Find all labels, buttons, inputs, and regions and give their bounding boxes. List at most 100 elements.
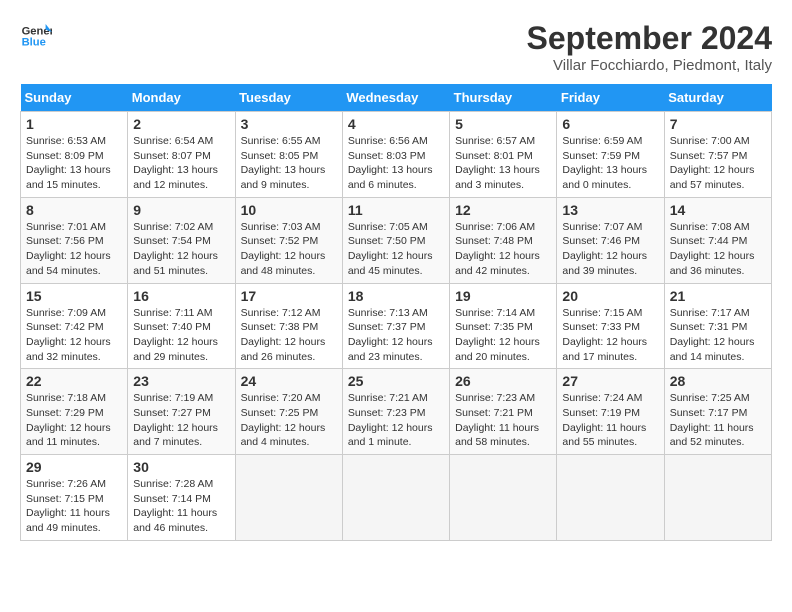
- daylight-label: Daylight: 12 hours and 23 minutes.: [348, 336, 433, 363]
- logo: General Blue: [20, 20, 56, 52]
- sunrise-label: Sunrise: 7:05 AM: [348, 221, 428, 233]
- sunrise-label: Sunrise: 7:15 AM: [562, 307, 642, 319]
- day-cell: 28 Sunrise: 7:25 AM Sunset: 7:17 PM Dayl…: [664, 369, 771, 455]
- day-info: Sunrise: 7:03 AM Sunset: 7:52 PM Dayligh…: [241, 220, 337, 279]
- day-info: Sunrise: 7:20 AM Sunset: 7:25 PM Dayligh…: [241, 391, 337, 450]
- calendar-table: Sunday Monday Tuesday Wednesday Thursday…: [20, 84, 772, 541]
- sunrise-label: Sunrise: 7:23 AM: [455, 392, 535, 404]
- day-cell: 20 Sunrise: 7:15 AM Sunset: 7:33 PM Dayl…: [557, 283, 664, 369]
- sunrise-label: Sunrise: 6:59 AM: [562, 135, 642, 147]
- daylight-label: Daylight: 13 hours and 12 minutes.: [133, 164, 218, 191]
- day-cell: 22 Sunrise: 7:18 AM Sunset: 7:29 PM Dayl…: [21, 369, 128, 455]
- day-number: 26: [455, 373, 551, 389]
- sunrise-label: Sunrise: 7:00 AM: [670, 135, 750, 147]
- sunrise-label: Sunrise: 7:09 AM: [26, 307, 106, 319]
- day-info: Sunrise: 6:56 AM Sunset: 8:03 PM Dayligh…: [348, 134, 444, 193]
- daylight-label: Daylight: 11 hours and 49 minutes.: [26, 507, 110, 534]
- daylight-label: Daylight: 12 hours and 17 minutes.: [562, 336, 647, 363]
- header-wednesday: Wednesday: [342, 84, 449, 112]
- day-number: 24: [241, 373, 337, 389]
- day-number: 29: [26, 459, 122, 475]
- day-info: Sunrise: 7:11 AM Sunset: 7:40 PM Dayligh…: [133, 306, 229, 365]
- day-cell: 8 Sunrise: 7:01 AM Sunset: 7:56 PM Dayli…: [21, 197, 128, 283]
- day-info: Sunrise: 7:09 AM Sunset: 7:42 PM Dayligh…: [26, 306, 122, 365]
- sunset-label: Sunset: 8:05 PM: [241, 150, 319, 162]
- daylight-label: Daylight: 12 hours and 26 minutes.: [241, 336, 326, 363]
- daylight-label: Daylight: 12 hours and 48 minutes.: [241, 250, 326, 277]
- sunset-label: Sunset: 7:21 PM: [455, 407, 533, 419]
- sunrise-label: Sunrise: 7:03 AM: [241, 221, 321, 233]
- day-info: Sunrise: 7:23 AM Sunset: 7:21 PM Dayligh…: [455, 391, 551, 450]
- calendar-week-row: 15 Sunrise: 7:09 AM Sunset: 7:42 PM Dayl…: [21, 283, 772, 369]
- day-number: 28: [670, 373, 766, 389]
- day-number: 3: [241, 116, 337, 132]
- day-info: Sunrise: 7:07 AM Sunset: 7:46 PM Dayligh…: [562, 220, 658, 279]
- day-cell: 21 Sunrise: 7:17 AM Sunset: 7:31 PM Dayl…: [664, 283, 771, 369]
- sunset-label: Sunset: 8:07 PM: [133, 150, 211, 162]
- sunset-label: Sunset: 8:01 PM: [455, 150, 533, 162]
- sunset-label: Sunset: 7:40 PM: [133, 321, 211, 333]
- day-info: Sunrise: 7:17 AM Sunset: 7:31 PM Dayligh…: [670, 306, 766, 365]
- daylight-label: Daylight: 12 hours and 51 minutes.: [133, 250, 218, 277]
- day-info: Sunrise: 6:59 AM Sunset: 7:59 PM Dayligh…: [562, 134, 658, 193]
- header-monday: Monday: [128, 84, 235, 112]
- day-cell: 1 Sunrise: 6:53 AM Sunset: 8:09 PM Dayli…: [21, 112, 128, 198]
- sunset-label: Sunset: 7:44 PM: [670, 235, 748, 247]
- daylight-label: Daylight: 13 hours and 6 minutes.: [348, 164, 433, 191]
- sunset-label: Sunset: 7:31 PM: [670, 321, 748, 333]
- daylight-label: Daylight: 12 hours and 1 minute.: [348, 422, 433, 449]
- day-info: Sunrise: 7:18 AM Sunset: 7:29 PM Dayligh…: [26, 391, 122, 450]
- empty-day-cell: [235, 455, 342, 541]
- day-info: Sunrise: 7:24 AM Sunset: 7:19 PM Dayligh…: [562, 391, 658, 450]
- svg-text:Blue: Blue: [22, 37, 46, 49]
- day-info: Sunrise: 7:05 AM Sunset: 7:50 PM Dayligh…: [348, 220, 444, 279]
- empty-day-cell: [342, 455, 449, 541]
- sunset-label: Sunset: 7:52 PM: [241, 235, 319, 247]
- day-number: 12: [455, 202, 551, 218]
- day-cell: 14 Sunrise: 7:08 AM Sunset: 7:44 PM Dayl…: [664, 197, 771, 283]
- daylight-label: Daylight: 13 hours and 0 minutes.: [562, 164, 647, 191]
- calendar-week-row: 22 Sunrise: 7:18 AM Sunset: 7:29 PM Dayl…: [21, 369, 772, 455]
- sunrise-label: Sunrise: 7:13 AM: [348, 307, 428, 319]
- sunrise-label: Sunrise: 6:54 AM: [133, 135, 213, 147]
- sunset-label: Sunset: 7:37 PM: [348, 321, 426, 333]
- day-cell: 17 Sunrise: 7:12 AM Sunset: 7:38 PM Dayl…: [235, 283, 342, 369]
- day-info: Sunrise: 7:28 AM Sunset: 7:14 PM Dayligh…: [133, 477, 229, 536]
- month-title: September 2024: [527, 20, 772, 57]
- day-cell: 7 Sunrise: 7:00 AM Sunset: 7:57 PM Dayli…: [664, 112, 771, 198]
- day-number: 18: [348, 288, 444, 304]
- sunrise-label: Sunrise: 6:55 AM: [241, 135, 321, 147]
- day-cell: 23 Sunrise: 7:19 AM Sunset: 7:27 PM Dayl…: [128, 369, 235, 455]
- sunset-label: Sunset: 7:35 PM: [455, 321, 533, 333]
- daylight-label: Daylight: 12 hours and 20 minutes.: [455, 336, 540, 363]
- day-cell: 27 Sunrise: 7:24 AM Sunset: 7:19 PM Dayl…: [557, 369, 664, 455]
- day-number: 21: [670, 288, 766, 304]
- sunrise-label: Sunrise: 7:20 AM: [241, 392, 321, 404]
- sunset-label: Sunset: 8:03 PM: [348, 150, 426, 162]
- sunrise-label: Sunrise: 7:28 AM: [133, 478, 213, 490]
- sunrise-label: Sunrise: 7:25 AM: [670, 392, 750, 404]
- day-info: Sunrise: 7:26 AM Sunset: 7:15 PM Dayligh…: [26, 477, 122, 536]
- daylight-label: Daylight: 11 hours and 58 minutes.: [455, 422, 539, 449]
- sunset-label: Sunset: 7:23 PM: [348, 407, 426, 419]
- day-number: 19: [455, 288, 551, 304]
- day-cell: 4 Sunrise: 6:56 AM Sunset: 8:03 PM Dayli…: [342, 112, 449, 198]
- calendar-week-row: 1 Sunrise: 6:53 AM Sunset: 8:09 PM Dayli…: [21, 112, 772, 198]
- weekday-header-row: Sunday Monday Tuesday Wednesday Thursday…: [21, 84, 772, 112]
- sunset-label: Sunset: 7:19 PM: [562, 407, 640, 419]
- daylight-label: Daylight: 13 hours and 3 minutes.: [455, 164, 540, 191]
- daylight-label: Daylight: 12 hours and 36 minutes.: [670, 250, 755, 277]
- sunrise-label: Sunrise: 7:01 AM: [26, 221, 106, 233]
- sunrise-label: Sunrise: 7:12 AM: [241, 307, 321, 319]
- daylight-label: Daylight: 12 hours and 45 minutes.: [348, 250, 433, 277]
- day-number: 13: [562, 202, 658, 218]
- title-area: September 2024 Villar Focchiardo, Piedmo…: [527, 20, 772, 74]
- day-info: Sunrise: 7:15 AM Sunset: 7:33 PM Dayligh…: [562, 306, 658, 365]
- daylight-label: Daylight: 12 hours and 32 minutes.: [26, 336, 111, 363]
- header-tuesday: Tuesday: [235, 84, 342, 112]
- daylight-label: Daylight: 13 hours and 15 minutes.: [26, 164, 111, 191]
- day-cell: 26 Sunrise: 7:23 AM Sunset: 7:21 PM Dayl…: [450, 369, 557, 455]
- day-number: 6: [562, 116, 658, 132]
- sunset-label: Sunset: 7:38 PM: [241, 321, 319, 333]
- day-number: 22: [26, 373, 122, 389]
